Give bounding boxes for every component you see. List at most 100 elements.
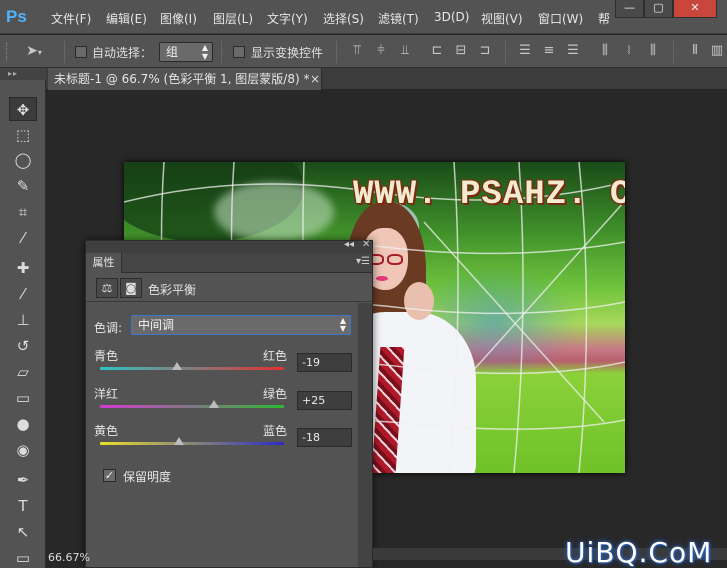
auto-align-extra-icon[interactable]: ▥ [709,43,725,59]
yellow-blue-slider-row: 黄色 蓝色 -18 [94,422,366,454]
dodge-tool-icon[interactable]: ◉ [9,438,37,462]
menu-item[interactable]: 图层(L) [213,10,253,27]
magenta-green-slider-row: 洋红 绿色 +25 [94,385,366,417]
options-separator [221,41,222,63]
properties-tab-strip: 属性 ▾☰ [86,253,372,273]
maximize-button[interactable]: ▢ [644,0,673,18]
yellow-blue-track[interactable] [100,442,284,445]
options-separator [505,41,506,63]
close-document-icon[interactable]: × [310,68,320,90]
minimize-button[interactable]: — [615,0,644,18]
type-tool-icon[interactable]: T [9,494,37,518]
align-right-edges-icon[interactable]: ⊐ [477,43,493,59]
properties-panel: ◂◂ ✕ 属性 ▾☰ ⚖ ◙ 色彩平衡 色调: 中间调 ▲ ▼ 青色 红色 -19… [85,239,373,568]
tools-panel-collapse-icon[interactable]: ▸▸ [0,68,46,80]
align-top-edges-icon[interactable]: ⫪ [349,43,365,59]
slider-right-label: 红色 [263,349,288,363]
auto-select-checkbox[interactable] [75,46,87,58]
magenta-green-value-input[interactable]: +25 [297,391,352,410]
properties-panel-titlebar[interactable]: ◂◂ ✕ [86,239,372,253]
align-left-edges-icon[interactable]: ⊏ [429,43,445,59]
adjustment-title: 色彩平衡 [148,283,197,297]
menu-item[interactable]: 滤镜(T) [378,10,419,27]
preserve-luminosity-checkbox[interactable]: ✓ [103,469,116,482]
show-transform-label: 显示变换控件 [251,46,324,60]
distribute-top-icon[interactable]: ☰ [517,43,533,59]
document-tab-title: 未标题-1 @ 66.7% (色彩平衡 1, 图层蒙版/8) * [54,72,310,86]
tab-properties[interactable]: 属性 [86,253,122,273]
eraser-tool-icon[interactable]: ▱ [9,360,37,384]
gradient-tool-icon[interactable]: ▭ [9,386,37,410]
align-vertical-centers-icon[interactable]: ⫩ [373,43,389,59]
cyan-red-slider-thumb[interactable] [172,362,183,370]
document-tab-bar: 未标题-1 @ 66.7% (色彩平衡 1, 图层蒙版/8) * × [46,68,727,90]
auto-align-layers-icon[interactable]: ⫴ [687,43,703,59]
yellow-blue-slider-thumb[interactable] [174,437,185,445]
eyedropper-tool-icon[interactable]: ⁄ [9,226,37,250]
move-tool-preset-icon[interactable]: ➤▾ [22,43,46,59]
layer-mask-icon[interactable]: ◙ [120,278,142,298]
slider-left-label: 青色 [94,349,119,363]
show-transform-checkbox[interactable] [233,46,245,58]
close-panel-icon[interactable]: ✕ [362,239,370,250]
yellow-blue-value-input[interactable]: -18 [297,428,352,447]
auto-select-dropdown[interactable]: 组 ▲ ▼ [159,42,213,62]
distribute-right-icon[interactable]: ⫼ [645,43,661,59]
dropdown-arrows-icon: ▲ ▼ [339,316,346,333]
image-watermark-text: WWW. PSAHZ. COM [353,176,625,214]
align-horizontal-centers-icon[interactable]: ⊟ [453,43,469,59]
marquee-tool-icon[interactable]: ⬚ [9,123,37,147]
menu-item[interactable]: 3D(D) [434,10,469,24]
collapse-panel-icon[interactable]: ◂◂ [344,239,354,250]
menu-item[interactable]: 图像(I) [160,10,197,27]
align-bottom-edges-icon[interactable]: ⫫ [397,43,413,59]
slider-left-label: 黄色 [94,424,119,438]
history-brush-tool-icon[interactable]: ↺ [9,334,37,358]
options-separator [336,41,337,63]
options-bar: ➤▾ 自动选择： 组 ▲ ▼ 显示变换控件 ⫪ ⫩ ⫫ ⊏ ⊟ ⊐ ☰ ≡ ☰ ⫼… [0,35,727,68]
menu-item[interactable]: 窗口(W) [538,10,583,27]
path-selection-tool-icon[interactable]: ↖ [9,520,37,544]
menu-item[interactable]: 帮 [598,10,610,27]
cyan-red-slider-row: 青色 红色 -19 [94,347,366,379]
menu-item[interactable]: 文字(Y) [267,10,308,27]
tools-panel: ▸▸ ✥ ⬚ ◯ ✎ ⌗ ⁄ ✚ ⁄ ⊥ ↺ ▱ ▭ ● ◉ ✒ T ↖ ▭ [0,68,46,568]
clone-stamp-tool-icon[interactable]: ⊥ [9,308,37,332]
menu-item[interactable]: 选择(S) [323,10,364,27]
properties-scrollbar[interactable] [358,303,372,567]
distribute-left-icon[interactable]: ⫼ [597,43,613,59]
preserve-luminosity-label: 保留明度 [123,470,172,484]
healing-brush-tool-icon[interactable]: ✚ [9,256,37,280]
color-balance-scale-icon[interactable]: ⚖ [96,278,118,298]
blur-tool-icon[interactable]: ● [9,412,37,436]
tone-dropdown[interactable]: 中间调 ▲ ▼ [131,315,351,335]
slider-right-label: 蓝色 [263,424,288,438]
site-watermark: UiBQ.CoM [565,536,713,568]
menu-item[interactable]: 编辑(E) [106,10,147,27]
cyan-red-value-input[interactable]: -19 [297,353,352,372]
quick-selection-tool-icon[interactable]: ✎ [9,174,37,198]
menu-item[interactable]: 视图(V) [481,10,523,27]
panel-menu-icon[interactable]: ▾☰ [356,256,370,267]
distribute-bottom-icon[interactable]: ☰ [565,43,581,59]
rectangle-tool-icon[interactable]: ▭ [9,546,37,568]
document-tab[interactable]: 未标题-1 @ 66.7% (色彩平衡 1, 图层蒙版/8) * × [48,68,322,90]
crop-tool-icon[interactable]: ⌗ [9,200,37,224]
tone-label: 色调: [94,321,123,335]
close-window-button[interactable]: ✕ [673,0,717,18]
move-tool-icon[interactable]: ✥ [9,97,37,121]
distribute-vcenter-icon[interactable]: ≡ [541,43,557,59]
magenta-green-slider-thumb[interactable] [209,400,220,408]
menu-item[interactable]: 文件(F) [51,10,91,27]
slider-left-label: 洋红 [94,387,119,401]
cyan-red-track[interactable] [100,367,284,370]
brush-tool-icon[interactable]: ⁄ [9,282,37,306]
options-separator [64,41,65,63]
options-bar-grip[interactable] [6,43,9,61]
distribute-hcenter-icon[interactable]: ⧘ [621,43,637,59]
magenta-green-track[interactable] [100,405,284,408]
zoom-status[interactable]: 66.67% [46,548,90,568]
auto-select-label: 自动选择： [92,46,153,60]
pen-tool-icon[interactable]: ✒ [9,468,37,492]
lasso-tool-icon[interactable]: ◯ [9,148,37,172]
